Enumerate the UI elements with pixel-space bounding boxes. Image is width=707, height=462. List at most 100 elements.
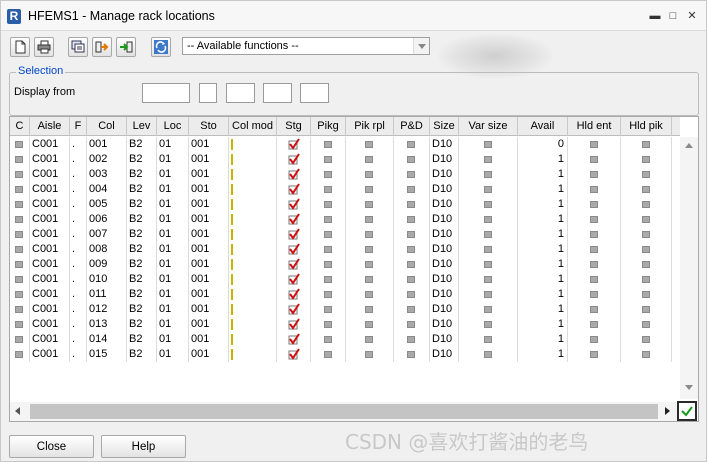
checkbox[interactable]: [15, 141, 23, 148]
checkbox[interactable]: [642, 246, 650, 253]
scroll-right-icon[interactable]: [665, 407, 670, 415]
table-row[interactable]: C001. 013 B2 01 001 D10 1: [10, 317, 680, 332]
copy-records-button[interactable]: [68, 37, 88, 57]
table-row[interactable]: C001. 006 B2 01 001 D10 1: [10, 212, 680, 227]
display-from-loc-input[interactable]: [300, 83, 329, 103]
checkbox[interactable]: [15, 306, 23, 313]
column-header[interactable]: Size: [430, 117, 459, 136]
checkbox[interactable]: [324, 201, 332, 208]
scroll-up-icon[interactable]: [685, 143, 693, 148]
staging-check-icon[interactable]: [288, 288, 300, 300]
staging-check-icon[interactable]: [288, 153, 300, 165]
column-header[interactable]: Aisle: [30, 117, 70, 136]
column-header[interactable]: C: [10, 117, 30, 136]
checkbox[interactable]: [324, 156, 332, 163]
checkbox[interactable]: [324, 231, 332, 238]
column-header[interactable]: P&D: [394, 117, 430, 136]
scroll-left-icon[interactable]: [15, 407, 20, 415]
checkbox[interactable]: [590, 141, 598, 148]
checkbox[interactable]: [365, 351, 373, 358]
checkbox[interactable]: [15, 246, 23, 253]
staging-check-icon[interactable]: [288, 333, 300, 345]
checkbox[interactable]: [590, 201, 598, 208]
vertical-scrollbar[interactable]: [680, 137, 698, 399]
table-row[interactable]: C001. 002 B2 01 001 D10 1: [10, 152, 680, 167]
checkbox[interactable]: [15, 291, 23, 298]
checkbox[interactable]: [590, 291, 598, 298]
checkbox[interactable]: [365, 261, 373, 268]
checkbox[interactable]: [484, 246, 492, 253]
checkbox[interactable]: [407, 291, 415, 298]
table-row[interactable]: C001. 001 B2 01 001 D10 0: [10, 137, 680, 152]
column-header[interactable]: Hld pik: [621, 117, 672, 136]
checkbox[interactable]: [484, 276, 492, 283]
maximize-button[interactable]: □: [667, 10, 679, 22]
checkbox[interactable]: [484, 171, 492, 178]
checkbox[interactable]: [15, 231, 23, 238]
confirm-button[interactable]: [677, 401, 697, 421]
checkbox[interactable]: [407, 261, 415, 268]
export-button[interactable]: [92, 37, 112, 57]
scroll-down-icon[interactable]: [685, 385, 693, 390]
checkbox[interactable]: [365, 291, 373, 298]
checkbox[interactable]: [484, 216, 492, 223]
new-button[interactable]: [10, 37, 30, 57]
column-header[interactable]: Col mod: [229, 117, 277, 136]
checkbox[interactable]: [484, 351, 492, 358]
staging-check-icon[interactable]: [288, 228, 300, 240]
checkbox[interactable]: [324, 246, 332, 253]
checkbox[interactable]: [324, 261, 332, 268]
checkbox[interactable]: [15, 351, 23, 358]
table-row[interactable]: C001. 008 B2 01 001 D10 1: [10, 242, 680, 257]
display-from-lev-input[interactable]: [263, 83, 292, 103]
checkbox[interactable]: [407, 351, 415, 358]
column-header[interactable]: F: [70, 117, 87, 136]
checkbox[interactable]: [15, 261, 23, 268]
close-window-button[interactable]: ✕: [686, 10, 698, 22]
checkbox[interactable]: [590, 171, 598, 178]
checkbox[interactable]: [590, 336, 598, 343]
checkbox[interactable]: [324, 351, 332, 358]
staging-check-icon[interactable]: [288, 138, 300, 150]
staging-check-icon[interactable]: [288, 213, 300, 225]
checkbox[interactable]: [484, 186, 492, 193]
column-header[interactable]: Loc: [157, 117, 189, 136]
checkbox[interactable]: [324, 141, 332, 148]
checkbox[interactable]: [484, 336, 492, 343]
checkbox[interactable]: [15, 321, 23, 328]
checkbox[interactable]: [642, 201, 650, 208]
table-row[interactable]: C001. 012 B2 01 001 D10 1: [10, 302, 680, 317]
minimize-button[interactable]: ▬: [649, 10, 661, 22]
checkbox[interactable]: [365, 231, 373, 238]
table-row[interactable]: C001. 011 B2 01 001 D10 1: [10, 287, 680, 302]
checkbox[interactable]: [365, 171, 373, 178]
checkbox[interactable]: [407, 171, 415, 178]
checkbox[interactable]: [324, 306, 332, 313]
checkbox[interactable]: [407, 186, 415, 193]
staging-check-icon[interactable]: [288, 303, 300, 315]
checkbox[interactable]: [365, 141, 373, 148]
checkbox[interactable]: [642, 291, 650, 298]
checkbox[interactable]: [642, 216, 650, 223]
staging-check-icon[interactable]: [288, 348, 300, 360]
checkbox[interactable]: [15, 276, 23, 283]
close-button[interactable]: Close: [9, 435, 94, 458]
checkbox[interactable]: [590, 261, 598, 268]
checkbox[interactable]: [484, 141, 492, 148]
checkbox[interactable]: [365, 276, 373, 283]
checkbox[interactable]: [407, 306, 415, 313]
table-row[interactable]: C001. 007 B2 01 001 D10 1: [10, 227, 680, 242]
chevron-down-icon[interactable]: [413, 38, 429, 54]
checkbox[interactable]: [407, 201, 415, 208]
staging-check-icon[interactable]: [288, 273, 300, 285]
checkbox[interactable]: [365, 321, 373, 328]
staging-check-icon[interactable]: [288, 183, 300, 195]
checkbox[interactable]: [590, 246, 598, 253]
checkbox[interactable]: [407, 231, 415, 238]
checkbox[interactable]: [15, 186, 23, 193]
checkbox[interactable]: [642, 351, 650, 358]
checkbox[interactable]: [642, 276, 650, 283]
checkbox[interactable]: [407, 276, 415, 283]
checkbox[interactable]: [484, 261, 492, 268]
display-from-f-input[interactable]: [199, 83, 217, 103]
